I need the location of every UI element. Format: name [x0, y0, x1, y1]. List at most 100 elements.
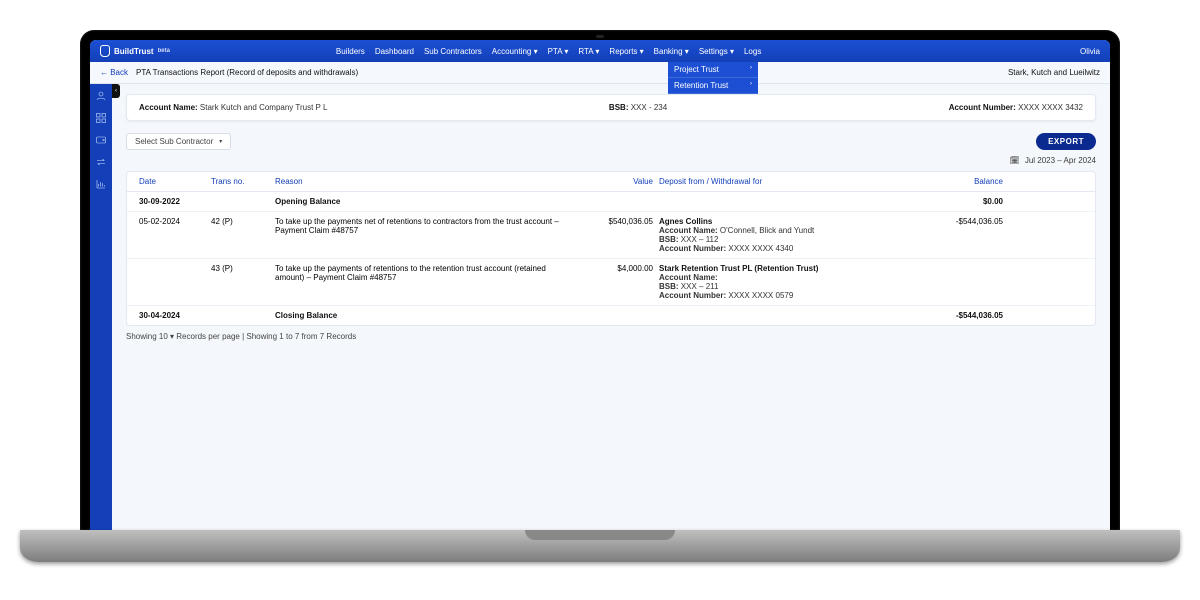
nav-accounting[interactable]: Accounting ▾ — [492, 47, 538, 56]
account-number-field: Account Number: XXXX XXXX 3432 — [949, 103, 1083, 112]
table-row: 30-09-2022 Opening Balance $0.00 — [127, 192, 1095, 211]
account-name-field: Account Name: Stark Kutch and Company Tr… — [139, 103, 327, 112]
col-date: Date — [139, 177, 205, 186]
cell-party: Agnes Collins Account Name: O'Connell, B… — [659, 217, 897, 253]
bsb-value: XXX - 234 — [631, 103, 667, 112]
top-navbar: BuildTrust beta Builders Dashboard Sub C… — [90, 40, 1110, 62]
party-num: XXXX XXXX 0579 — [728, 291, 793, 300]
date-range-row[interactable]: 🗓 Jul 2023 – Apr 2024 — [126, 156, 1096, 165]
export-button[interactable]: EXPORT — [1036, 133, 1096, 150]
party-name: Stark Retention Trust PL (Retention Trus… — [659, 264, 897, 273]
brand[interactable]: BuildTrust beta — [100, 45, 170, 57]
wallet-icon[interactable] — [95, 134, 107, 146]
bsb-label: BSB: — [609, 103, 629, 112]
calendar-icon: 🗓 — [1009, 156, 1019, 165]
col-party: Deposit from / Withdrawal for — [659, 177, 897, 186]
nav-pta[interactable]: PTA ▾ — [548, 47, 569, 56]
page-title: PTA Transactions Report (Record of depos… — [136, 68, 358, 77]
nav-logs[interactable]: Logs — [744, 47, 761, 56]
nav-banking[interactable]: Banking ▾ — [654, 47, 689, 56]
brand-name: BuildTrust — [114, 47, 154, 56]
laptop-screen: BuildTrust beta Builders Dashboard Sub C… — [80, 30, 1120, 530]
cell-reason: To take up the payments of retentions to… — [275, 264, 575, 282]
table-row: 43 (P) To take up the payments of retent… — [127, 258, 1095, 305]
account-name-value: Stark Kutch and Company Trust P L — [200, 103, 327, 112]
user-icon[interactable] — [95, 90, 107, 102]
party-acct-name-label: Account Name: — [659, 273, 718, 282]
cell-party: Stark Retention Trust PL (Retention Trus… — [659, 264, 897, 300]
company-name: Stark, Kutch and Lueilwitz — [1008, 68, 1100, 77]
laptop-base — [20, 530, 1180, 562]
bsb-field: BSB: XXX - 234 — [609, 103, 667, 112]
cell-reason: Closing Balance — [275, 311, 575, 320]
date-range-text: Jul 2023 – Apr 2024 — [1025, 156, 1096, 165]
party-bsb-label: BSB: — [659, 282, 679, 291]
chart-icon[interactable] — [95, 178, 107, 190]
primary-nav: Builders Dashboard Sub Contractors Accou… — [336, 47, 761, 56]
back-link[interactable]: ← Back — [100, 68, 128, 77]
account-number-value: XXXX XXXX 3432 — [1018, 103, 1083, 112]
account-number-label: Account Number: — [949, 103, 1016, 112]
party-acct-name-label: Account Name: — [659, 226, 718, 235]
party-num-label: Account Number: — [659, 244, 726, 253]
nav-reports[interactable]: Reports ▾ — [609, 47, 643, 56]
party-bsb-label: BSB: — [659, 235, 679, 244]
nav-settings[interactable]: Settings ▾ — [699, 47, 734, 56]
table-row: 05-02-2024 42 (P) To take up the payment… — [127, 211, 1095, 258]
laptop-trackpad-notch — [525, 530, 675, 540]
nav-subcontractors[interactable]: Sub Contractors — [424, 47, 482, 56]
cell-reason: To take up the payments net of retention… — [275, 217, 575, 235]
col-value: Value — [581, 177, 653, 186]
shield-icon — [100, 45, 110, 57]
dropdown-item-label: Project Trust — [674, 65, 719, 74]
user-name[interactable]: Olivia — [1080, 47, 1100, 56]
chevron-down-icon: ▾ — [219, 138, 222, 145]
subcontractor-select[interactable]: Select Sub Contractor ▾ — [126, 133, 231, 150]
nav-right: Olivia — [1080, 47, 1100, 56]
chevron-right-icon: › — [750, 65, 752, 74]
nav-dashboard[interactable]: Dashboard — [375, 47, 414, 56]
party-bsb: XXX – 211 — [681, 282, 719, 291]
pagination-summary[interactable]: Showing 10 ▾ Records per page | Showing … — [126, 332, 1096, 341]
cell-date: 05-02-2024 — [139, 217, 205, 226]
table-row: 30-04-2024 Closing Balance -$544,036.05 — [127, 305, 1095, 325]
main-area: ‹ — [90, 84, 1110, 530]
account-name-label: Account Name: — [139, 103, 198, 112]
cell-date: 30-04-2024 — [139, 311, 205, 320]
cell-value: $4,000.00 — [581, 264, 653, 273]
party-bsb: XXX – 112 — [681, 235, 719, 244]
sidebar-collapse-toggle[interactable]: ‹ — [112, 84, 120, 98]
pta-dropdown-project-trust[interactable]: Project Trust › — [668, 62, 758, 78]
account-summary-card: Account Name: Stark Kutch and Company Tr… — [126, 94, 1096, 121]
cell-trans: 42 (P) — [211, 217, 269, 226]
party-name: Agnes Collins — [659, 217, 897, 226]
chevron-right-icon: › — [750, 81, 752, 90]
select-placeholder: Select Sub Contractor — [135, 137, 213, 146]
cell-value: $540,036.05 — [581, 217, 653, 226]
pta-dropdown: Project Trust › Retention Trust › — [668, 62, 758, 94]
cell-reason: Opening Balance — [275, 197, 575, 206]
brand-suffix: beta — [158, 48, 170, 54]
laptop-mockup: BuildTrust beta Builders Dashboard Sub C… — [80, 30, 1120, 570]
col-balance: Balance — [903, 177, 1003, 186]
col-reason: Reason — [275, 177, 575, 186]
page-subheader: ← Back PTA Transactions Report (Record o… — [90, 62, 1110, 84]
nav-builders[interactable]: Builders — [336, 47, 365, 56]
cell-date: 30-09-2022 — [139, 197, 205, 206]
controls-row: Select Sub Contractor ▾ EXPORT — [126, 133, 1096, 150]
grid-icon[interactable] — [95, 112, 107, 124]
app-viewport: BuildTrust beta Builders Dashboard Sub C… — [90, 40, 1110, 530]
left-rail: ‹ — [90, 84, 112, 530]
cell-balance: -$544,036.05 — [903, 311, 1003, 320]
party-num-label: Account Number: — [659, 291, 726, 300]
table-body: 30-09-2022 Opening Balance $0.00 05-02-2… — [126, 191, 1096, 326]
transfer-icon[interactable] — [95, 156, 107, 168]
dropdown-item-label: Retention Trust — [674, 81, 728, 90]
col-trans: Trans no. — [211, 177, 269, 186]
cell-balance: $0.00 — [903, 197, 1003, 206]
party-num: XXXX XXXX 4340 — [728, 244, 793, 253]
nav-rta[interactable]: RTA ▾ — [578, 47, 599, 56]
cell-trans: 43 (P) — [211, 264, 269, 273]
table-header: Date Trans no. Reason Value Deposit from… — [126, 171, 1096, 191]
pta-dropdown-retention-trust[interactable]: Retention Trust › — [668, 78, 758, 94]
